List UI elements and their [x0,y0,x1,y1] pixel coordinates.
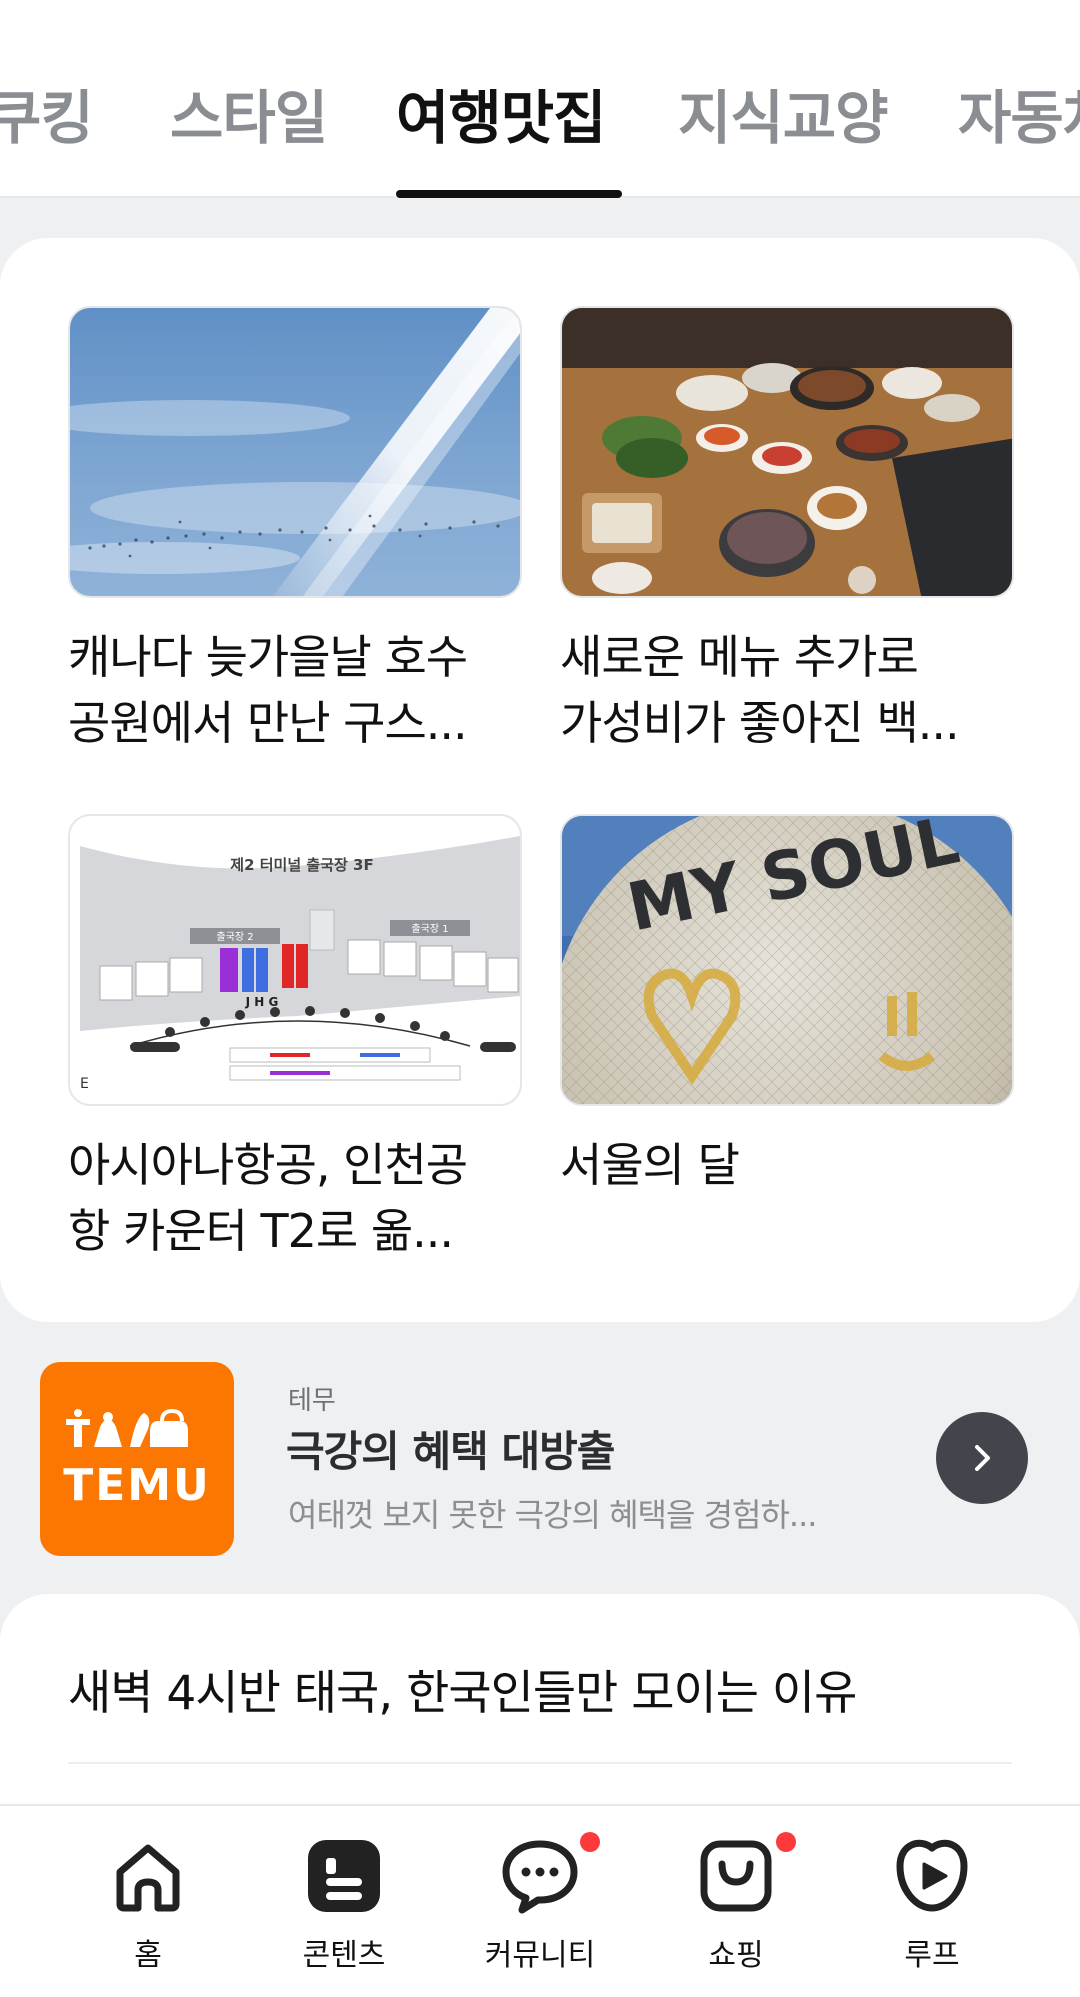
feed-tile[interactable]: 캐나다 늦가을날 호수 공원에서 만난 구스... [68,306,522,756]
ad-title: 극강의 혜택 대방출 [286,1427,615,1476]
temu-logo-glyphs [62,1407,212,1460]
temu-logo-text: TEMU [63,1459,211,1511]
nav-home[interactable]: 홈 [58,1806,238,1997]
nav-label: 콘텐츠 [302,1938,386,1973]
map-zone-right: 출국장 1 [411,923,448,935]
page: 쿠킹 스타일 여행맛집 지식교양 자동차 [0,0,1080,1997]
tab-knowledge[interactable]: 지식교양 [678,78,888,158]
notification-dot [580,1832,600,1852]
nav-loop[interactable]: 루프 [842,1806,1022,1997]
feed-tile[interactable]: MY SOUL 서울의 달 [560,814,1014,1264]
terminal-map-image: 제2 터미널 출국장 3F 출국장 2 출국장 1 J H G E [68,814,522,1106]
tile-title: 새로운 메뉴 추가로 가성비가 좋아진 백... [560,630,960,750]
chat-bubble-icon [502,1840,578,1914]
tab-auto[interactable]: 자동차 [958,78,1080,158]
map-gate-letters: J H G [245,995,279,1009]
tile-title: 캐나다 늦가을날 호수 공원에서 만난 구스... [68,630,468,750]
category-tab-bar: 쿠킹 스타일 여행맛집 지식교양 자동차 [0,0,1080,198]
tile-title: 아시아나항공, 인천공 항 카운터 T2로 옮... [68,1138,468,1258]
nav-label: 홈 [134,1938,162,1973]
nav-community[interactable]: 커뮤니티 [450,1806,630,1997]
ad-source: 테무 [288,1386,336,1416]
nav-shopping[interactable]: 쇼핑 [646,1806,826,1997]
home-icon [116,1844,180,1912]
tab-travel-food[interactable]: 여행맛집 [396,78,606,158]
ad-description: 여태껏 보지 못한 극강의 혜택을 경험하... [288,1496,817,1534]
notification-dot [776,1832,796,1852]
ad-open-button[interactable] [936,1412,1028,1504]
temu-logo: TEMU [40,1362,234,1556]
tile-title: 서울의 달 [560,1138,740,1192]
contents-icon [308,1840,380,1912]
balloon-photo: MY SOUL [560,814,1014,1106]
chevron-right-icon [975,1445,990,1471]
feed-card: 캐나다 늦가을날 호수 공원에서 만난 구스... 새로운 메뉴 추가로 가성비… [0,238,1080,1322]
article-title: 새벽 4시반 태국, 한국인들만 모이는 이유 [68,1666,857,1721]
ad-banner[interactable]: TEMU 테무 극강의 혜택 대방출 여태껏 보지 못한 극강의 혜택을 경험하… [0,1350,1080,1580]
sky-contrail-photo [68,306,522,598]
bottom-nav: 홈 콘텐츠 커뮤니티 쇼핑 루프 [0,1804,1080,1997]
loop-play-icon [896,1840,968,1912]
tab-style[interactable]: 스타일 [170,78,328,158]
map-zone-left: 출국장 2 [216,931,253,943]
nav-label: 커뮤니티 [484,1938,596,1973]
shopping-bag-icon [700,1840,772,1912]
active-tab-indicator [396,190,622,198]
nav-label: 루프 [904,1938,960,1973]
divider [68,1762,1012,1764]
feed-tile[interactable]: 새로운 메뉴 추가로 가성비가 좋아진 백... [560,306,1014,756]
nav-contents[interactable]: 콘텐츠 [254,1806,434,1997]
korean-meal-photo [560,306,1014,598]
map-title: 제2 터미널 출국장 3F [230,856,373,874]
feed-tile[interactable]: 제2 터미널 출국장 3F 출국장 2 출국장 1 J H G E 아시아나항공… [68,814,522,1264]
nav-label: 쇼핑 [708,1938,764,1973]
tab-cooking[interactable]: 쿠킹 [0,78,94,158]
map-edge-label: E [80,1076,89,1092]
